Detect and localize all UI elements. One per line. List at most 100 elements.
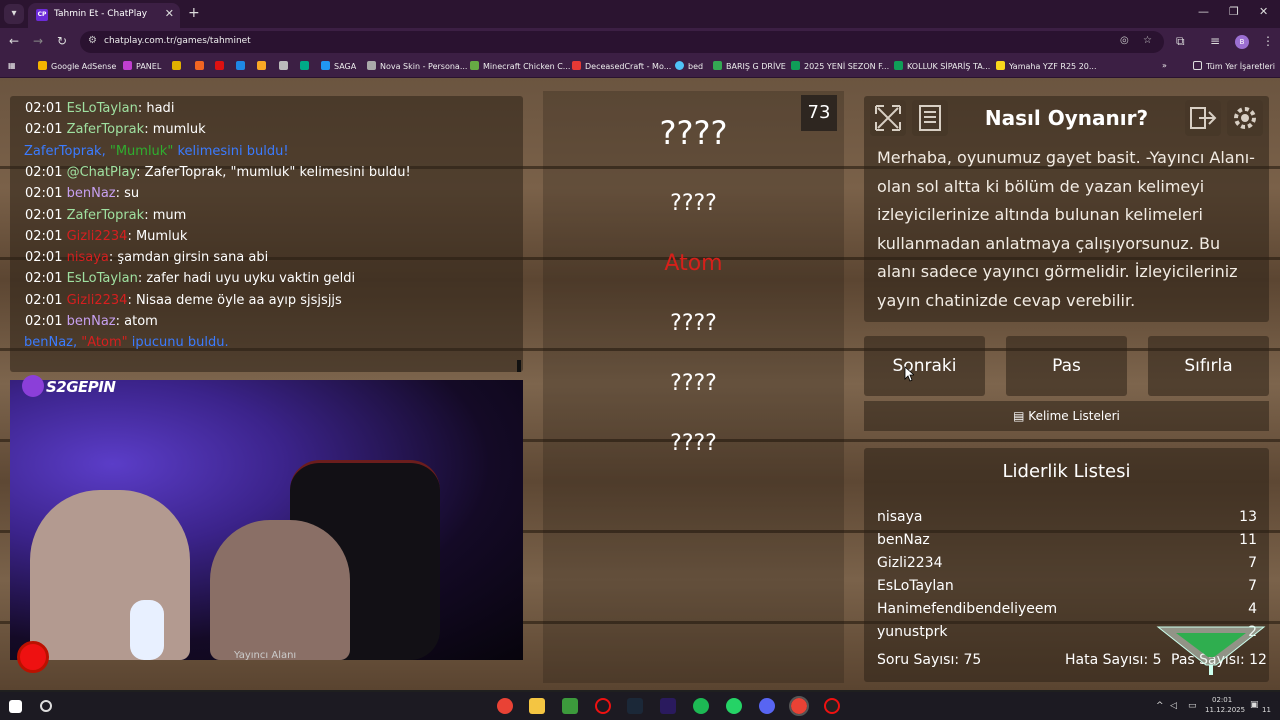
chrome-active-icon[interactable] xyxy=(789,696,809,716)
notification-icon[interactable]: ▣ xyxy=(1250,700,1259,710)
network-icon[interactable]: ▭ xyxy=(1188,701,1197,711)
new-tab-icon[interactable]: + xyxy=(188,5,200,21)
reset-button[interactable]: Sıfırla xyxy=(1148,336,1269,396)
bookmark-item[interactable]: DeceasedCraft - Mo... xyxy=(572,61,671,71)
minecraft-launcher-icon[interactable] xyxy=(562,698,578,714)
more-bookmarks-icon[interactable]: » xyxy=(1162,61,1167,70)
player-score: 13 xyxy=(1239,509,1257,525)
nova-skin-icon xyxy=(367,61,376,70)
steam-icon[interactable] xyxy=(627,698,643,714)
clock-date[interactable]: 11.12.2025 xyxy=(1205,706,1245,714)
forbidden-word: ???? xyxy=(670,371,717,396)
minecraft-icon xyxy=(470,61,479,70)
bookmark-item[interactable]: Yamaha YZF R25 20... xyxy=(996,61,1097,71)
restore-icon[interactable]: ❐ xyxy=(1229,5,1239,18)
window-close-icon[interactable]: ✕ xyxy=(1259,5,1268,18)
bookmark-item[interactable]: Minecraft Chicken C... xyxy=(470,61,570,71)
mouse-cursor-icon xyxy=(904,366,914,382)
chat-system-message: benNaz, "Atom" ipucunu buldu. xyxy=(24,335,229,351)
stream-logo: S2GEPIN xyxy=(22,375,116,397)
chat-username: benNaz xyxy=(66,186,116,202)
player-name: EsLoTaylan xyxy=(877,578,954,594)
tab-title: Tahmin Et - ChatPlay xyxy=(54,9,148,19)
bookmark-favicon-icon xyxy=(279,61,288,70)
settings-gear-icon[interactable] xyxy=(1227,100,1263,136)
next-button[interactable]: Sonraki xyxy=(864,336,985,396)
bookmark-icon-only[interactable] xyxy=(300,61,313,71)
bookmark-favicon-icon xyxy=(215,61,224,70)
bookmark-item[interactable]: BARIŞ G DRİVE xyxy=(713,61,786,71)
search-icon[interactable] xyxy=(40,700,52,712)
forbidden-word: ???? xyxy=(670,191,717,216)
logo-mark-icon xyxy=(22,375,44,397)
bookmark-icon-only[interactable] xyxy=(215,61,228,71)
bookmark-item[interactable]: SAGA xyxy=(321,61,356,71)
address-toolbar: ← → ↻ ⚙ chatplay.com.tr/games/tahminet ◎… xyxy=(0,28,1280,56)
file-explorer-icon[interactable] xyxy=(529,698,545,714)
minimize-icon[interactable]: — xyxy=(1198,5,1209,18)
clock-time[interactable]: 02:01 xyxy=(1212,696,1232,704)
lamp xyxy=(130,600,164,660)
bookmark-icon-only[interactable] xyxy=(257,61,270,71)
address-bar[interactable]: ⚙ chatplay.com.tr/games/tahminet ◎ ☆ xyxy=(80,31,1164,53)
whatsapp-icon[interactable] xyxy=(726,698,742,714)
pass-button[interactable]: Pas xyxy=(1006,336,1127,396)
cocktail-glass-icon xyxy=(1156,626,1266,675)
spotify-icon[interactable] xyxy=(693,698,709,714)
bookmark-item[interactable]: Google AdSense xyxy=(38,61,116,71)
eye-off-icon[interactable]: ◎ xyxy=(1120,35,1129,46)
chat-username: Gizli2234 xyxy=(66,292,128,308)
logout-icon[interactable] xyxy=(1185,100,1221,136)
drive-icon xyxy=(713,61,722,70)
reload-icon[interactable]: ↻ xyxy=(57,34,67,48)
word-lists-button[interactable]: ▤ Kelime Listeleri xyxy=(864,401,1269,431)
site-info-icon[interactable]: ⚙ xyxy=(88,35,97,46)
chat-message: 02:01 Gizli2234: Mumluk xyxy=(25,228,188,244)
start-icon[interactable] xyxy=(9,700,22,713)
chat-message: 02:01 ZaferToprak: mumluk xyxy=(25,122,206,138)
notification-count: 11 xyxy=(1262,706,1271,714)
bookmark-item[interactable]: 2025 YENİ SEZON F... xyxy=(791,61,889,71)
player-name: benNaz xyxy=(877,532,930,548)
url-text[interactable]: chatplay.com.tr/games/tahminet xyxy=(104,36,251,46)
discord-icon[interactable] xyxy=(759,698,775,714)
profile-avatar[interactable]: B xyxy=(1235,35,1249,49)
yamaha-icon xyxy=(996,61,1005,70)
back-icon[interactable]: ← xyxy=(9,34,19,48)
leaderboard-title: Liderlik Listesi xyxy=(1002,461,1131,482)
streamer-area-caption: Yayıncı Alanı xyxy=(234,650,297,660)
all-bookmarks[interactable]: Tüm Yer İşaretleri xyxy=(1193,61,1275,71)
opera-icon[interactable] xyxy=(595,698,611,714)
question-count: Soru Sayısı: 75 xyxy=(877,652,982,668)
bookmark-item[interactable]: PANEL xyxy=(123,61,161,71)
chrome-icon[interactable] xyxy=(497,698,513,714)
bookmark-icon-only[interactable] xyxy=(172,61,185,71)
bookmark-item[interactable]: bed xyxy=(675,61,703,71)
bookmark-star-icon[interactable]: ☆ xyxy=(1143,35,1152,46)
browser-menu-icon[interactable]: ⋮ xyxy=(1262,34,1274,48)
browser-tab-bar: ▾ CP Tahmin Et - ChatPlay ✕ + — ❐ ✕ xyxy=(0,0,1280,28)
browser-tab[interactable]: CP Tahmin Et - ChatPlay ✕ xyxy=(28,3,180,28)
howto-description: Merhaba, oyunumuz gayet basit. -Yayıncı … xyxy=(877,148,1255,310)
tray-chevron-icon[interactable]: ^ xyxy=(1156,701,1164,711)
tab-search-icon[interactable]: ▾ xyxy=(4,4,24,24)
chat-scrollbar[interactable] xyxy=(517,360,521,372)
forbidden-word: ???? xyxy=(670,311,717,336)
chat-message: 02:01 benNaz: su xyxy=(25,186,140,202)
bookmark-icon-only[interactable] xyxy=(279,61,292,71)
chat-message: 02:01 benNaz: atom xyxy=(25,314,158,329)
bookmark-icon-only[interactable] xyxy=(195,61,208,71)
bookmark-icon-only[interactable] xyxy=(236,61,249,71)
chat-message: 02:01 EsLoTaylan: hadi xyxy=(25,101,175,116)
obs-icon[interactable] xyxy=(824,698,840,714)
apps-grid-icon[interactable]: ▦ xyxy=(8,61,16,70)
volume-icon[interactable]: ◁ xyxy=(1170,701,1177,711)
premiere-icon[interactable] xyxy=(660,698,676,714)
bookmark-item[interactable]: Nova Skin - Persona... xyxy=(367,61,467,71)
forward-icon[interactable]: → xyxy=(33,34,43,48)
media-icon[interactable]: ≡ xyxy=(1210,34,1220,48)
tab-close-icon[interactable]: ✕ xyxy=(165,7,174,20)
extensions-icon[interactable]: ⧉ xyxy=(1176,34,1185,49)
bookmark-item[interactable]: KOLLUK SİPARİŞ TA... xyxy=(894,61,990,71)
chat-message: 02:01 EsLoTaylan: zafer hadi uyu uyku va… xyxy=(25,271,356,287)
